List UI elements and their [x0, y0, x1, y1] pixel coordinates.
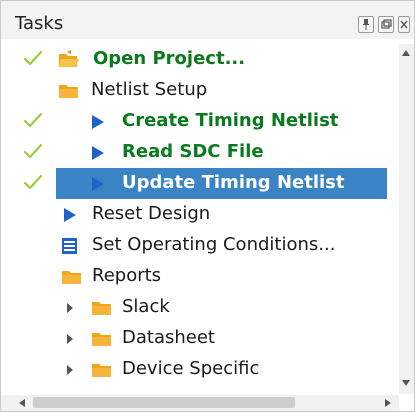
open-folder-icon: [58, 50, 79, 70]
task-row[interactable]: Slack: [1, 292, 398, 323]
task-tree: Open Project... Netlist Setup Create Timin…: [1, 44, 398, 394]
play-icon: [89, 112, 109, 132]
task-label: Update Timing Netlist: [122, 172, 345, 193]
task-row[interactable]: Datasheet: [1, 323, 398, 354]
task-label: Slack: [122, 296, 170, 317]
play-icon: [61, 205, 81, 225]
folder-icon: [91, 298, 111, 318]
task-label: Set Operating Conditions...: [92, 234, 336, 255]
task-row[interactable]: Create Timing Netlist: [1, 106, 398, 137]
scroll-left-icon[interactable]: [19, 399, 25, 407]
task-label: Datasheet: [122, 327, 215, 348]
task-label: Read SDC File: [122, 141, 264, 162]
scroll-right-icon[interactable]: [385, 399, 391, 407]
folder-icon: [91, 360, 111, 380]
panel-titlebar: Tasks: [1, 1, 414, 39]
play-icon: [89, 174, 109, 194]
vertical-scrollbar[interactable]: [399, 44, 414, 394]
close-icon[interactable]: [398, 16, 410, 33]
horizontal-scrollbar[interactable]: [1, 395, 399, 411]
task-label: Open Project...: [93, 48, 246, 69]
folder-icon: [58, 81, 78, 101]
task-row[interactable]: Read SDC File: [1, 137, 398, 168]
folder-icon: [61, 267, 81, 287]
task-row[interactable]: Open Project...: [1, 44, 398, 75]
play-icon: [89, 143, 109, 163]
task-row[interactable]: Update Timing Netlist: [1, 168, 398, 199]
task-label: Reports: [92, 265, 162, 286]
checkmark-icon: [23, 49, 43, 69]
expand-arrow-icon[interactable]: [67, 365, 73, 375]
tasks-panel: Tasks Open Project... Netlist Setup Create…: [0, 0, 415, 412]
expand-arrow-icon[interactable]: [67, 334, 73, 344]
task-label: Create Timing Netlist: [122, 110, 339, 131]
task-label: Netlist Setup: [91, 79, 208, 100]
horizontal-scroll-thumb[interactable]: [33, 397, 295, 408]
task-row[interactable]: Reports: [1, 261, 398, 292]
task-label: Reset Design: [92, 203, 211, 224]
task-row[interactable]: Netlist Setup: [1, 75, 398, 106]
checkmark-icon: [23, 173, 43, 193]
panel-title: Tasks: [15, 13, 64, 34]
task-row[interactable]: Reset Design: [1, 199, 398, 230]
task-row[interactable]: Set Operating Conditions...: [1, 230, 398, 261]
task-row[interactable]: Device Specific: [1, 354, 398, 385]
checkmark-icon: [23, 142, 43, 162]
expand-arrow-icon[interactable]: [67, 303, 73, 313]
task-label: Device Specific: [122, 358, 260, 379]
scroll-down-icon[interactable]: [402, 380, 410, 386]
folder-icon: [91, 329, 111, 349]
scroll-up-icon[interactable]: [402, 50, 410, 56]
pin-icon[interactable]: [358, 16, 374, 33]
checkmark-icon: [23, 111, 43, 131]
restore-icon[interactable]: [378, 16, 394, 33]
list-icon: [61, 236, 81, 256]
